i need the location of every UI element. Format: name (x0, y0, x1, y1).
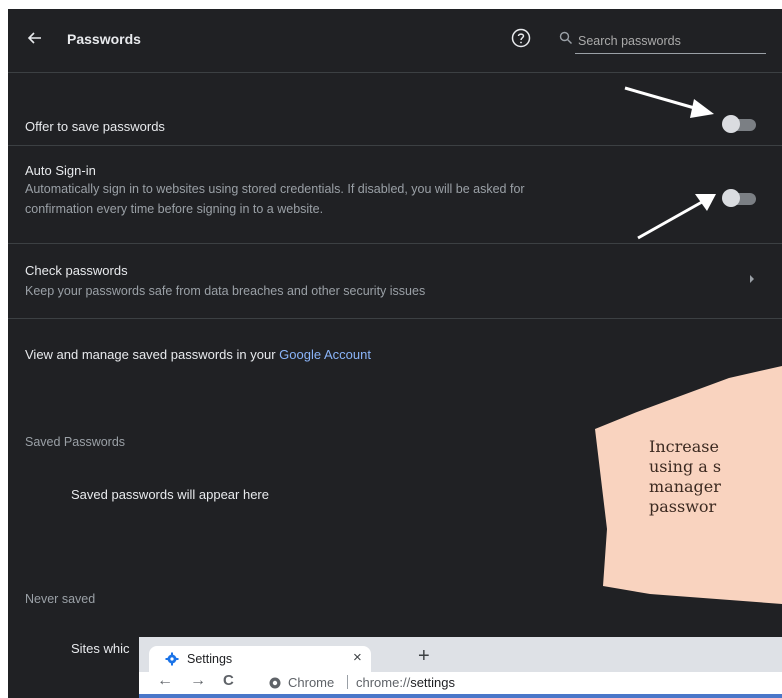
chrome-window: Settings × + ← → C Chrome chrome://setti… (139, 637, 782, 698)
chrome-logo-icon (269, 677, 281, 689)
saved-passwords-heading: Saved Passwords (25, 435, 126, 449)
chevron-right-icon[interactable] (750, 275, 754, 283)
google-account-text: View and manage saved passwords in your … (25, 347, 371, 362)
page-title: Passwords (67, 31, 141, 47)
gear-icon (165, 652, 179, 666)
tab-settings[interactable]: Settings × (149, 646, 371, 672)
annotation-arrow-icon (624, 86, 714, 118)
page-header: Passwords (8, 9, 782, 72)
never-saved-text: Sites whic (71, 641, 130, 656)
callout-line: Increase (649, 437, 719, 456)
toggle-knob (722, 189, 740, 207)
page-accent-bar (139, 694, 782, 698)
new-tab-button[interactable]: + (418, 645, 430, 668)
omni-chrome-label: Chrome (288, 675, 335, 690)
auto-signin-toggle[interactable] (722, 189, 756, 207)
auto-signin-label: Auto Sign-in (25, 163, 96, 178)
url-scheme: chrome:// (356, 675, 411, 690)
check-passwords-desc: Keep your passwords safe from data breac… (25, 284, 426, 298)
search-input[interactable] (575, 29, 766, 54)
close-icon[interactable]: × (353, 649, 362, 666)
auto-signin-desc-line1: Automatically sign in to websites using … (25, 182, 525, 196)
callout-text: Increase using a s manager passwor (649, 437, 782, 517)
google-account-prefix: View and manage saved passwords in your (25, 347, 280, 362)
saved-passwords-empty: Saved passwords will appear here (71, 487, 269, 502)
browser-forward-button[interactable]: → (190, 672, 206, 690)
browser-back-button[interactable]: ← (157, 672, 173, 690)
offer-save-toggle[interactable] (722, 115, 756, 133)
google-account-link[interactable]: Google Account (279, 347, 371, 362)
never-saved-heading: Never saved (25, 592, 96, 606)
url-text: chrome://settings (356, 675, 455, 690)
offer-save-label: Offer to save passwords (25, 119, 165, 134)
auto-signin-desc-line2: confirmation every time before signing i… (25, 202, 324, 216)
browser-toolbar: ← → C Chrome chrome://settings (139, 672, 782, 694)
check-passwords-label: Check passwords (25, 263, 128, 278)
back-arrow-icon[interactable] (24, 27, 46, 49)
toggle-knob (722, 115, 740, 133)
check-passwords-row[interactable]: Check passwords Keep your passwords safe… (8, 243, 782, 319)
tab-title: Settings (187, 652, 233, 666)
callout-line: passwor (649, 497, 717, 516)
omni-divider (347, 675, 348, 689)
annotation-arrow-icon (637, 194, 716, 240)
callout-line: manager (649, 477, 721, 496)
reload-button[interactable]: C (223, 672, 234, 689)
url-path: settings (410, 675, 455, 690)
search-icon (559, 31, 572, 44)
help-icon[interactable] (510, 27, 532, 49)
callout-line: using a s (649, 457, 722, 476)
